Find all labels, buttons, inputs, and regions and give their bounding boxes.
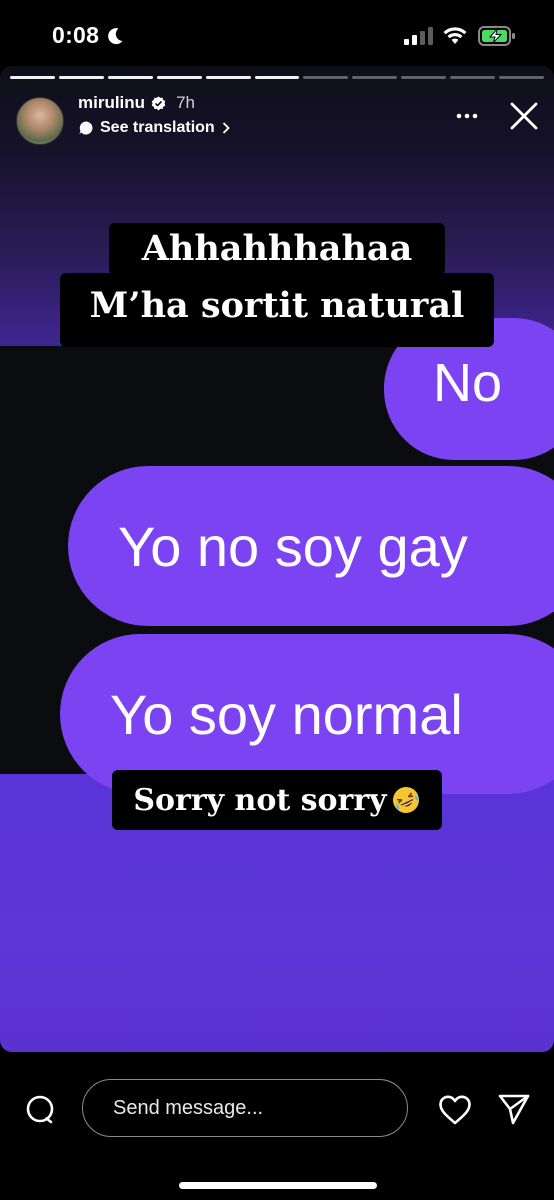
status-bar: 0:08 — [0, 0, 554, 72]
send-message-placeholder: Send message... — [113, 1097, 264, 1119]
chat-bubble-text: Yo soy normal — [110, 683, 463, 746]
send-icon[interactable] — [497, 1092, 531, 1126]
progress-segment — [254, 76, 300, 79]
see-translation-button[interactable]: See translation — [78, 119, 231, 137]
progress-segment — [10, 76, 55, 79]
progress-segment — [58, 76, 104, 79]
bottom-bar: Send message... — [0, 1060, 554, 1200]
home-indicator[interactable] — [179, 1182, 377, 1189]
story-header: mirulinu 7h See translation — [16, 92, 546, 145]
story-card[interactable]: mirulinu 7h See translation No Yo no soy… — [0, 66, 554, 1052]
username[interactable]: mirulinu — [78, 93, 145, 113]
progress-segment — [303, 76, 349, 79]
status-time-group: 0:08 — [52, 22, 125, 49]
progress-segment — [401, 76, 447, 79]
progress-segment — [205, 76, 251, 79]
send-message-input[interactable]: Send message... — [82, 1079, 408, 1137]
verified-badge-icon — [151, 95, 166, 111]
caption-line-1: Ahhahhhahaa — [109, 223, 445, 275]
camera-icon[interactable] — [24, 1094, 56, 1126]
caption-bottom-text: Sorry not sorry — [133, 782, 387, 818]
battery-charging-icon — [478, 26, 515, 46]
progress-segment — [499, 76, 544, 79]
see-translation-label: See translation — [100, 119, 215, 136]
chat-bubble-text: Yo no soy gay — [118, 515, 468, 578]
laughing-emoji-icon — [392, 787, 419, 813]
post-age: 7h — [176, 93, 195, 112]
caption-line-1-text: Ahhahhhahaa — [141, 228, 413, 269]
chevron-right-icon — [222, 122, 230, 134]
chat-bubble-text: No — [433, 353, 503, 413]
cellular-signal-icon — [404, 27, 433, 45]
username-row: mirulinu 7h — [78, 93, 195, 113]
wifi-icon — [443, 27, 467, 44]
caption-bottom: Sorry not sorry — [112, 770, 442, 830]
chat-bubble-yo-no-soy-gay: Yo no soy gay — [68, 466, 554, 626]
story-progress-bar — [10, 76, 544, 79]
progress-segment — [156, 76, 202, 79]
status-time: 0:08 — [52, 22, 100, 48]
close-icon[interactable] — [509, 101, 539, 131]
caption-line-2: M’ha sortit natural — [60, 273, 494, 347]
caption-line-2-text: M’ha sortit natural — [89, 285, 465, 326]
progress-segment — [450, 76, 496, 79]
more-icon[interactable] — [456, 112, 478, 120]
moon-icon — [108, 27, 123, 44]
translate-icon — [79, 121, 93, 135]
story-screen: 0:08 mirulinu 7h See translation No Yo n… — [0, 0, 554, 1200]
progress-segment — [107, 76, 153, 79]
heart-icon[interactable] — [438, 1094, 472, 1126]
progress-segment — [352, 76, 398, 79]
avatar[interactable] — [16, 97, 64, 145]
